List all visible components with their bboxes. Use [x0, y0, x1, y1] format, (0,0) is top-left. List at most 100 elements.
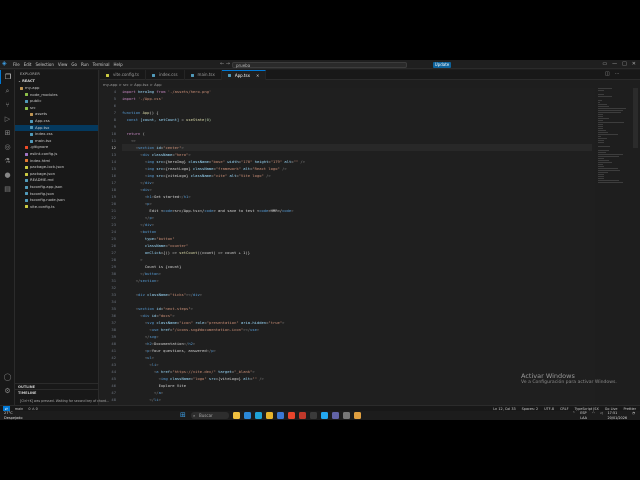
tree-file[interactable]: tsconfig.node.json: [15, 197, 98, 204]
edge-icon[interactable]: [255, 412, 262, 419]
tree-file[interactable]: index.html: [15, 158, 98, 165]
code-line[interactable]: type="button": [122, 235, 592, 242]
update-button[interactable]: Update: [433, 61, 451, 68]
code-line[interactable]: <div className="hero">: [122, 151, 592, 158]
docker-icon[interactable]: ▤: [0, 182, 15, 196]
store-icon[interactable]: [277, 412, 284, 419]
code-line[interactable]: const [count, setCount] = useState(0): [122, 116, 592, 123]
code-line[interactable]: className="counter": [122, 242, 592, 249]
code-line[interactable]: <img src={heroImg} className="base" widt…: [122, 158, 592, 165]
volume-icon[interactable]: ◁: [600, 411, 603, 420]
clock[interactable]: 17:51 20/01/2026: [607, 411, 627, 420]
language-indicator[interactable]: ESP LAA: [580, 411, 587, 420]
code-line[interactable]: function App() {: [122, 109, 592, 116]
manage-gear-icon[interactable]: ⚙: [0, 384, 15, 398]
windows-start-icon[interactable]: ⊞: [180, 412, 187, 419]
file-explorer-icon[interactable]: [233, 412, 240, 419]
code-line[interactable]: <svg className="icon" role="presentation…: [122, 319, 592, 326]
code-line[interactable]: <div id="docs">: [122, 312, 592, 319]
extensions-icon[interactable]: ⊞: [0, 126, 15, 140]
github-icon[interactable]: ●: [0, 168, 15, 182]
tree-folder[interactable]: src: [15, 105, 98, 112]
project-section[interactable]: ⌄ REACT: [15, 78, 98, 85]
tree-folder[interactable]: assets: [15, 111, 98, 118]
menu-view[interactable]: View: [58, 62, 68, 67]
source-control-icon[interactable]: ⑂: [0, 98, 15, 112]
folder-icon[interactable]: [354, 412, 361, 419]
tree-file[interactable]: main.tsx: [15, 138, 98, 145]
code-line[interactable]: onClick={() => setCount((count) => count…: [122, 249, 592, 256]
code-line[interactable]: <li>: [122, 361, 592, 368]
close-icon[interactable]: ✕: [632, 61, 636, 67]
code-line[interactable]: return (: [122, 130, 592, 137]
code-line[interactable]: <div className="ticks"></div>: [122, 291, 592, 298]
code-line[interactable]: <p>: [122, 200, 592, 207]
vscode-icon[interactable]: [321, 412, 328, 419]
remote-icon[interactable]: ◎: [0, 140, 15, 154]
code-line[interactable]: <p>Your questions, answered</p>: [122, 347, 592, 354]
code-line[interactable]: </div>: [122, 221, 592, 228]
code-line[interactable]: </section>: [122, 277, 592, 284]
maximize-icon[interactable]: □: [622, 61, 627, 67]
code-line[interactable]: </svg>: [122, 333, 592, 340]
menu-terminal[interactable]: Terminal: [93, 62, 110, 67]
tree-file[interactable]: App.tsx: [15, 124, 98, 132]
code-line[interactable]: <img src={viteLogo} className="vite" alt…: [122, 172, 592, 179]
menu-go[interactable]: Go: [71, 62, 77, 67]
menu-edit[interactable]: Edit: [24, 62, 32, 67]
code-line[interactable]: <div>: [122, 186, 592, 193]
brave-icon[interactable]: [288, 412, 295, 419]
code-line[interactable]: [122, 298, 592, 305]
code-line[interactable]: </a>: [122, 389, 592, 396]
tree-file[interactable]: eslint.config.js: [15, 151, 98, 158]
shield-icon[interactable]: [299, 412, 306, 419]
command-center-search[interactable]: prueba: [232, 61, 407, 68]
tree-file[interactable]: vite.config.ts: [15, 204, 98, 211]
tree-file[interactable]: package.json: [15, 171, 98, 178]
code-line[interactable]: <ul>: [122, 354, 592, 361]
tree-file[interactable]: tsconfig.app.json: [15, 184, 98, 191]
code-line[interactable]: import heroImg from './assets/hero.png': [122, 88, 592, 95]
tab-index-css[interactable]: index.css: [146, 70, 185, 80]
code-line[interactable]: </li>: [122, 396, 592, 403]
taskbar-search[interactable]: ⌕ Buscar: [191, 412, 229, 419]
tree-file[interactable]: App.css: [15, 118, 98, 125]
search-icon[interactable]: ⌕: [0, 84, 15, 98]
tab-vite-config-ts[interactable]: vite.config.ts: [100, 70, 146, 80]
tray-chevron-icon[interactable]: ⌃: [572, 411, 575, 420]
run-debug-icon[interactable]: ▷: [0, 112, 15, 126]
menu-selection[interactable]: Selection: [35, 62, 53, 67]
code-line[interactable]: import './App.css': [122, 95, 592, 102]
notification-bell-icon[interactable]: ◔: [632, 411, 635, 420]
tree-file[interactable]: package-lock.json: [15, 164, 98, 171]
terminal-icon[interactable]: [310, 412, 317, 419]
tab-app-tsx[interactable]: App.tsx ✕: [221, 70, 267, 81]
split-editor-icon[interactable]: ◫: [605, 71, 610, 77]
close-tab-icon[interactable]: ✕: [256, 71, 259, 81]
accounts-icon[interactable]: ◯: [0, 370, 15, 384]
minimap[interactable]: [598, 88, 632, 183]
code-line[interactable]: <section id="next-steps">: [122, 305, 592, 312]
code-editor[interactable]: 4 5 6 7 8 9 10 11 12 13 14 15 16 17 18 19 20 21 22 23 24 25 26…: [100, 88, 595, 420]
layout-icon[interactable]: ▭: [602, 61, 607, 67]
settings-icon[interactable]: [343, 412, 350, 419]
tree-file[interactable]: index.css: [15, 131, 98, 138]
minimize-icon[interactable]: —: [612, 61, 617, 67]
tree-folder[interactable]: node_modules: [15, 92, 98, 99]
wifi-icon[interactable]: ◠: [592, 411, 595, 420]
menu-file[interactable]: File: [13, 62, 20, 67]
tree-file[interactable]: .gitignore: [15, 144, 98, 151]
code-line[interactable]: <img src={reactLogo} className="framewor…: [122, 165, 592, 172]
nav-arrows-icon[interactable]: ← →: [220, 61, 230, 67]
code-line[interactable]: [122, 284, 592, 291]
code-line[interactable]: </button>: [122, 270, 592, 277]
explorer-icon[interactable]: ❐: [0, 70, 15, 84]
tab-main-tsx[interactable]: main.tsx: [185, 70, 222, 80]
code-line[interactable]: <use href="/icons.svg#documentation-icon…: [122, 326, 592, 333]
more-actions-icon[interactable]: ⋯: [615, 71, 620, 77]
mail-icon[interactable]: [244, 412, 251, 419]
tree-file[interactable]: README.md: [15, 177, 98, 184]
code-content[interactable]: import heroImg from './assets/hero.png' i…: [122, 88, 592, 420]
code-line[interactable]: <h1>Get started</h1>: [122, 193, 592, 200]
timeline-section[interactable]: TIMELINE: [15, 389, 99, 395]
